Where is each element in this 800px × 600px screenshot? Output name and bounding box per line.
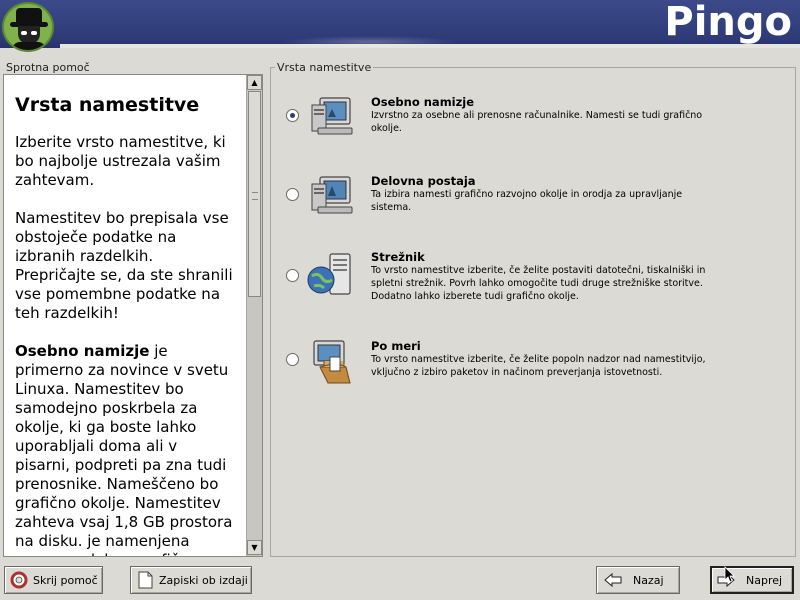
help-paragraph-1: Izberite vrsto namestitve, ki bo najbolj…: [15, 133, 226, 189]
personal-desktop-icon: [306, 95, 354, 139]
radio-custom[interactable]: [286, 353, 299, 366]
server-icon: [306, 250, 354, 295]
back-button[interactable]: Nazaj: [596, 566, 680, 594]
help-paragraph-2: Namestitev bo prepisala vse obstoječe po…: [15, 209, 233, 322]
custom-package-icon: [306, 339, 354, 384]
hide-help-label: Skrij pomoč: [33, 573, 98, 587]
header-banner: Pingo: [0, 0, 800, 48]
help-paragraph-3-bold: Osebno namizje: [15, 342, 150, 360]
help-heading: Vrsta namestitve: [15, 94, 200, 116]
option-desc-custom: To vrsto namestitve izberite, če želite …: [371, 354, 706, 378]
shadowman-logo-icon: [2, 2, 54, 52]
document-icon: [135, 571, 155, 589]
hide-help-button[interactable]: Skrij pomoč: [4, 566, 103, 594]
option-title-workstation: Delovna postaja: [371, 174, 476, 188]
option-workstation[interactable]: Delovna postaja Ta izbira namesti grafič…: [286, 174, 786, 234]
next-label: Naprej: [746, 573, 783, 587]
help-panel: Vrsta namestitve Izberite vrsto namestit…: [3, 74, 263, 557]
mouse-pointer-icon: [724, 566, 736, 584]
radio-server[interactable]: [286, 269, 299, 282]
scroll-down-button[interactable]: ▼: [247, 540, 262, 555]
help-scrollbar[interactable]: ▲ ▼: [246, 75, 262, 556]
scroll-up-button[interactable]: ▲: [247, 75, 262, 90]
release-notes-button[interactable]: Zapiski ob izdaji: [130, 566, 252, 594]
next-button[interactable]: Naprej: [710, 566, 794, 594]
option-personal-desktop[interactable]: Osebno namizje Izvrstno za osebne ali pr…: [286, 95, 786, 155]
release-notes-label: Zapiski ob izdaji: [159, 573, 248, 587]
radio-workstation[interactable]: [286, 188, 299, 201]
workstation-icon: [306, 174, 354, 218]
option-desc-workstation: Ta izbira namesti grafično razvojno okol…: [371, 189, 683, 213]
banner-wave: [280, 36, 460, 48]
help-frame-title: Sprotna pomoč: [6, 61, 90, 74]
lifebuoy-icon: [9, 571, 29, 589]
option-title-personal-desktop: Osebno namizje: [371, 95, 475, 109]
option-desc-personal-desktop: Izvrstno za osebne ali prenosne računaln…: [371, 110, 703, 134]
arrow-left-icon: [603, 571, 623, 589]
help-paragraph-3-text: je primerno za novince v svetu Linuxa. N…: [15, 342, 233, 556]
option-custom[interactable]: Po meri To vrsto namestitve izberite, če…: [286, 339, 786, 399]
option-desc-server: To vrsto namestitve izberite, če želite …: [371, 265, 706, 302]
option-title-custom: Po meri: [371, 339, 421, 353]
option-server[interactable]: Strežnik To vrsto namestitve izberite, č…: [286, 250, 786, 310]
radio-personal-desktop[interactable]: [286, 109, 299, 122]
option-title-server: Strežnik: [371, 250, 425, 264]
brand-name: Pingo: [664, 0, 792, 45]
help-text-area: Vrsta namestitve Izberite vrsto namestit…: [4, 75, 246, 556]
scroll-thumb[interactable]: [248, 91, 261, 297]
help-paragraph-3: Osebno namizje je primerno za novince v …: [15, 342, 235, 556]
back-label: Nazaj: [633, 573, 664, 587]
install-type-frame-title: Vrsta namestitve: [275, 61, 374, 74]
